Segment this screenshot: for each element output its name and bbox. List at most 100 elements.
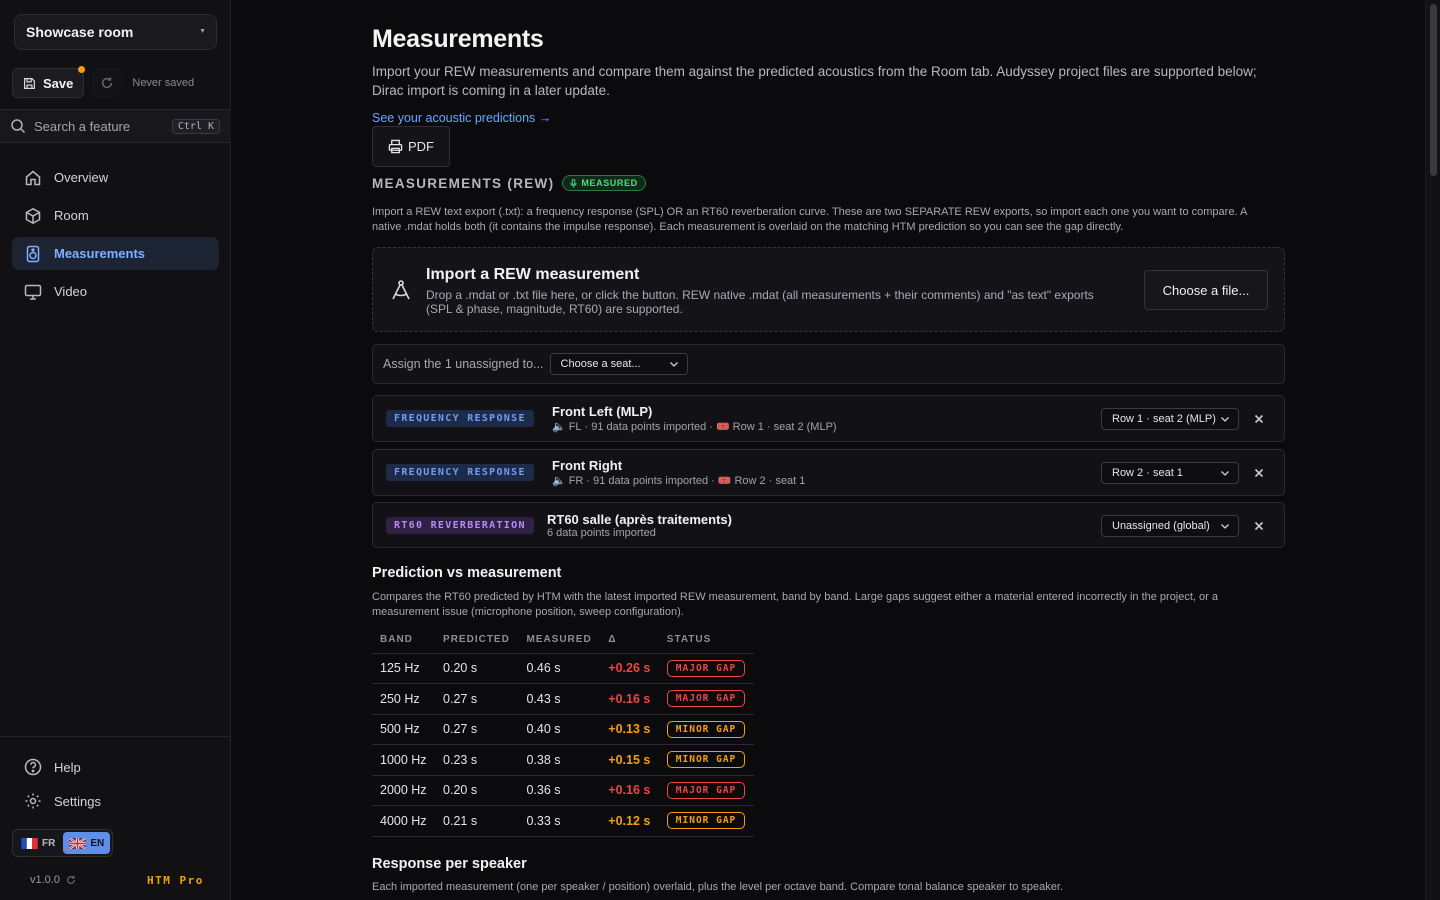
measured-cell: 0.36 s [518, 775, 601, 806]
close-icon[interactable] [1253, 413, 1265, 425]
predicted-cell: 0.20 s [435, 653, 519, 684]
measurement-subtitle: 6 data points imported [547, 527, 656, 539]
lang-fr-label: FR [42, 837, 56, 849]
nav-item-video[interactable]: Video [12, 275, 219, 308]
help-link[interactable]: Help [24, 758, 81, 776]
settings-link[interactable]: Settings [24, 792, 101, 810]
column-header: BAND [372, 634, 436, 654]
measurement-points: · 91 data points imported · [584, 420, 713, 433]
lang-fr-button[interactable]: FR [15, 832, 61, 854]
chevron-down-icon [1221, 417, 1229, 422]
gear-icon [25, 793, 41, 809]
room-name: Showcase room [26, 24, 134, 40]
save-row: Save Never saved [12, 66, 194, 98]
measurement-seat-select[interactable]: Unassigned (global) [1101, 515, 1239, 537]
status-badge: MAJOR GAP [666, 781, 746, 799]
predicted-cell: 0.20 s [435, 775, 519, 806]
history-icon[interactable] [66, 875, 76, 885]
assign-seat-value: Choose a seat... [560, 358, 641, 370]
search-icon [11, 119, 26, 134]
assign-bar: Assign the 1 unassigned to... Choose a s… [372, 344, 1285, 384]
cube-icon [25, 207, 41, 224]
page-scrollbar[interactable] [1425, 0, 1440, 900]
nav-item-room[interactable]: Room [12, 199, 219, 232]
column-header: PREDICTED [435, 634, 519, 654]
table-row: 1000 Hz 0.23 s 0.38 s +0.15 s MINOR GAP [372, 744, 754, 776]
delta-cell: +0.13 s [600, 714, 659, 745]
measured-cell: 0.40 s [518, 714, 601, 745]
table-row: 250 Hz 0.27 s 0.43 s +0.16 s MAJOR GAP [372, 683, 754, 715]
scrollbar-thumb[interactable] [1430, 4, 1437, 176]
status-badge: MAJOR GAP [666, 690, 746, 708]
per-speaker-title: Response per speaker [372, 856, 527, 872]
search-placeholder: Search a feature [34, 118, 131, 134]
search-shortcut: Ctrl K [171, 119, 220, 134]
main-nav: Overview Room Measurements Video [12, 161, 219, 313]
band-cell: 125 Hz [372, 653, 436, 684]
chevron-down-icon [1221, 524, 1229, 529]
measurement-seat-select[interactable]: Row 1 · seat 2 (MLP) [1101, 408, 1239, 430]
assign-seat-select[interactable]: Choose a seat... [549, 353, 688, 375]
uk-flag-icon [69, 837, 87, 849]
room-selector[interactable]: Showcase room ▼ [14, 14, 217, 50]
nav-item-measurements[interactable]: Measurements [12, 237, 219, 270]
help-icon [24, 758, 42, 776]
measurement-points: · 91 data points imported · [586, 474, 715, 487]
comparison-title: Prediction vs measurement [372, 565, 562, 581]
nav-label: Video [54, 284, 88, 299]
assign-label: Assign the 1 unassigned to... [383, 357, 544, 371]
revert-button[interactable] [92, 68, 123, 98]
choose-file-button[interactable]: Choose a file... [1144, 270, 1268, 310]
search-input[interactable]: Search a feature Ctrl K [0, 109, 231, 143]
lang-en-label: EN [90, 837, 105, 849]
app-version: v1.0.0 [30, 874, 76, 886]
delta-cell: +0.16 s [600, 683, 659, 715]
close-icon[interactable] [1253, 520, 1265, 532]
table-row: 4000 Hz 0.21 s 0.33 s +0.12 s MINOR GAP [372, 805, 754, 837]
lang-en-button[interactable]: EN [63, 832, 111, 854]
band-cell: 4000 Hz [372, 805, 436, 837]
comparison-table-body: 125 Hz 0.20 s 0.46 s +0.26 s MAJOR GAP 250 Hz… [372, 653, 754, 837]
predicted-cell: 0.21 s [435, 805, 519, 837]
microphone-icon [570, 178, 578, 187]
nav-item-overview[interactable]: Overview [12, 161, 219, 194]
nav-label: Overview [54, 170, 109, 185]
measurement-subtitle: 🔈 FR · 91 data points imported · 🎟️ Row … [552, 474, 805, 488]
pdf-button[interactable]: PDF [372, 126, 450, 167]
close-icon[interactable] [1253, 467, 1265, 479]
measurement-seat-select[interactable]: Row 2 · seat 1 [1101, 462, 1239, 484]
refresh-icon [102, 77, 113, 88]
compass-icon [392, 280, 410, 300]
save-button[interactable]: Save [12, 66, 86, 98]
nav-label: Room [54, 208, 89, 223]
measured-cell: 0.33 s [518, 805, 601, 837]
predicted-cell: 0.27 s [435, 714, 519, 745]
status-cell: MINOR GAP [658, 714, 754, 745]
france-flag-icon [21, 837, 38, 849]
help-label: Help [54, 759, 81, 775]
measurement-type-tag: FREQUENCY RESPONSE [386, 464, 534, 481]
measurement-seat-value: Unassigned (global) [1112, 520, 1210, 532]
delta-cell: +0.12 s [600, 805, 659, 837]
speaker-icon: 🔈 [552, 421, 566, 433]
status-cell: MAJOR GAP [658, 653, 754, 684]
band-cell: 2000 Hz [372, 775, 436, 806]
predictions-link[interactable]: See your acoustic predictions → [372, 111, 551, 125]
sidebar-footer: Help Settings FR EN v1.0.0 HTM Pro [0, 736, 231, 900]
comparison-description: Compares the RT60 predicted by HTM with … [372, 591, 1218, 618]
predicted-cell: 0.27 s [435, 683, 519, 715]
settings-label: Settings [54, 793, 101, 809]
status-badge: MINOR GAP [666, 720, 746, 738]
status-badge: MINOR GAP [666, 812, 746, 830]
measurement-speaker: FL [568, 420, 582, 433]
page-intro: Import your REW measurements and compare… [372, 64, 1257, 98]
import-description: Drop a .mdat or .txt file here, or click… [426, 288, 1094, 316]
predicted-cell: 0.23 s [435, 744, 519, 776]
column-header: Δ [600, 634, 659, 654]
measurement-type-tag: RT60 REVERBERATION [386, 517, 534, 534]
speaker-icon: 🔈 [552, 475, 566, 487]
measurement-title: Front Right [552, 458, 623, 473]
import-dropzone[interactable]: Import a REW measurement Drop a .mdat or… [372, 247, 1285, 332]
pdf-label: PDF [408, 139, 434, 154]
measured-cell: 0.38 s [518, 744, 601, 776]
